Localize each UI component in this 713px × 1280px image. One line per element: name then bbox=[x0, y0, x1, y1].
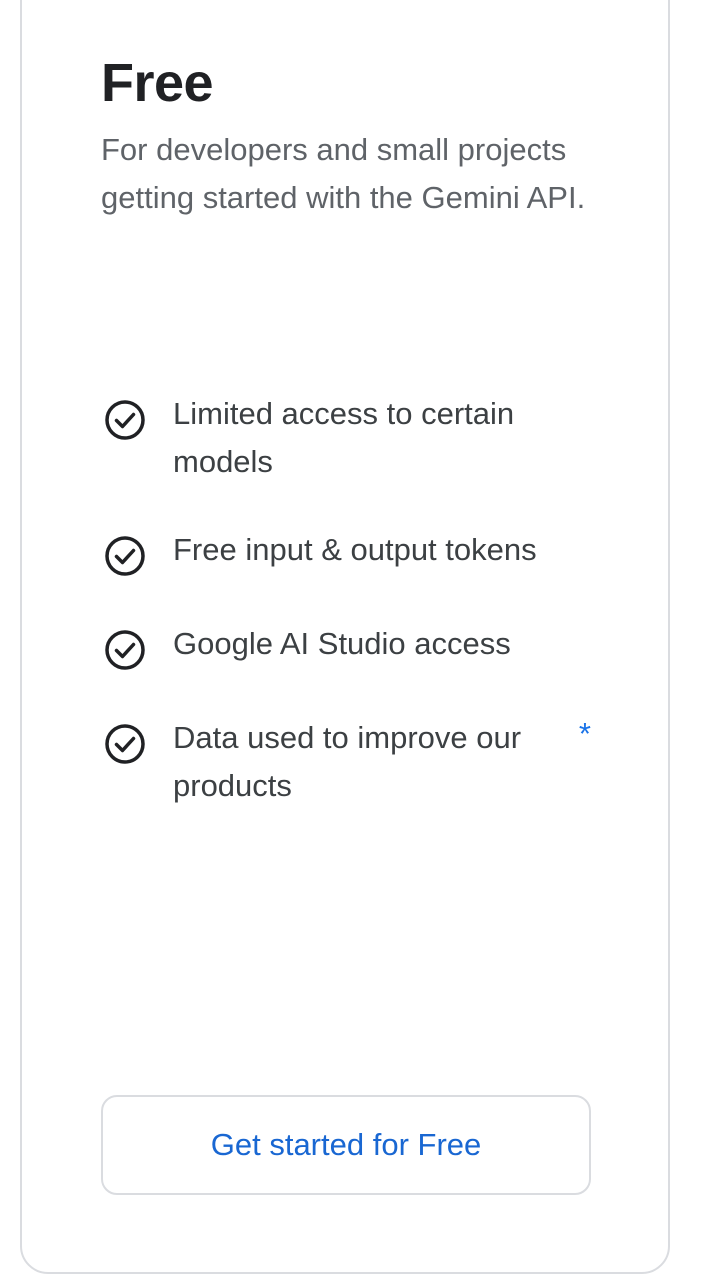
feature-label: Limited access to certain models bbox=[173, 396, 515, 479]
check-circle-icon bbox=[105, 400, 145, 440]
feature-item: Free input & output tokens bbox=[101, 526, 601, 580]
feature-list: Limited access to certain models Free in… bbox=[101, 390, 601, 810]
feature-item: Limited access to certain models bbox=[101, 390, 601, 486]
footnote-marker[interactable]: * bbox=[579, 710, 591, 758]
get-started-button[interactable]: Get started for Free bbox=[101, 1095, 591, 1195]
check-circle-icon bbox=[105, 724, 145, 764]
plan-title: Free bbox=[101, 53, 214, 113]
feature-item: Data used to improve our products * bbox=[101, 714, 601, 810]
feature-item: Google AI Studio access bbox=[101, 620, 601, 674]
feature-label: Data used to improve our products bbox=[173, 720, 522, 803]
check-circle-icon bbox=[105, 630, 145, 670]
plan-description: For developers and small projects gettin… bbox=[101, 132, 586, 215]
check-circle-icon bbox=[105, 536, 145, 576]
feature-label: Free input & output tokens bbox=[173, 532, 537, 567]
feature-label: Google AI Studio access bbox=[173, 626, 511, 661]
